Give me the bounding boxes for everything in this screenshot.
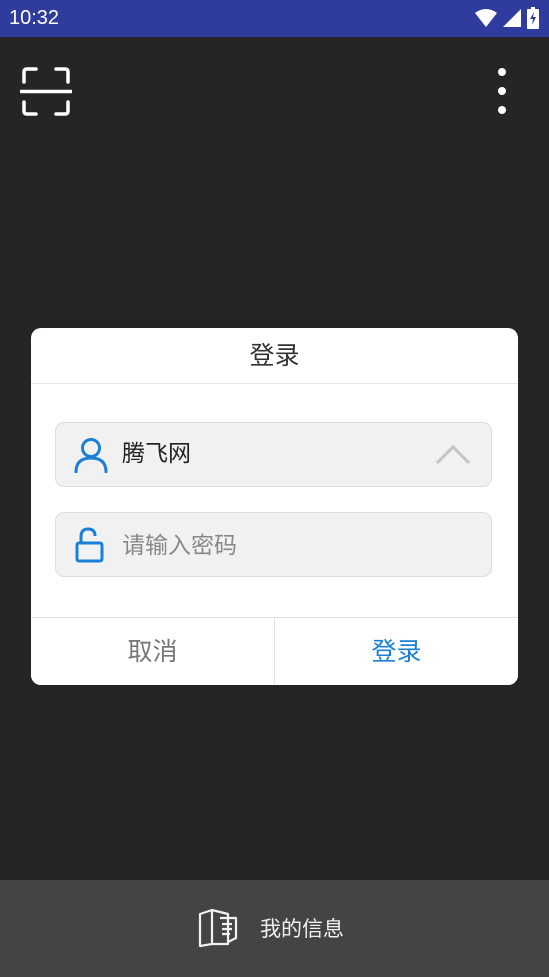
- scan-button[interactable]: [19, 66, 73, 118]
- scan-icon: [19, 67, 73, 116]
- my-info-label: 我的信息: [260, 917, 344, 941]
- login-button[interactable]: 登录: [275, 618, 518, 685]
- chevron-up-icon[interactable]: [435, 441, 471, 469]
- password-input[interactable]: [120, 525, 454, 567]
- login-dialog: 登录 腾飞网 取消 登录: [31, 328, 518, 685]
- password-field[interactable]: [55, 512, 492, 577]
- battery-icon: [527, 7, 539, 29]
- dialog-actions: 取消 登录: [31, 617, 518, 685]
- status-bar: 10:32: [0, 0, 549, 37]
- info-book-icon: [198, 908, 238, 948]
- dialog-title: 登录: [31, 328, 518, 384]
- signal-icon: [503, 9, 521, 27]
- unlock-icon: [75, 527, 104, 563]
- username-value: 腾飞网: [122, 441, 191, 467]
- more-menu-button[interactable]: [482, 64, 522, 120]
- username-field[interactable]: 腾飞网: [55, 422, 492, 487]
- status-icons: [475, 7, 539, 29]
- user-icon: [74, 438, 108, 473]
- my-info-tab[interactable]: 我的信息: [198, 904, 344, 952]
- more-vertical-icon: [498, 68, 506, 114]
- status-time: 10:32: [9, 7, 60, 29]
- bottom-nav: 我的信息: [0, 880, 549, 977]
- wifi-icon: [475, 9, 497, 27]
- cancel-button[interactable]: 取消: [31, 618, 275, 685]
